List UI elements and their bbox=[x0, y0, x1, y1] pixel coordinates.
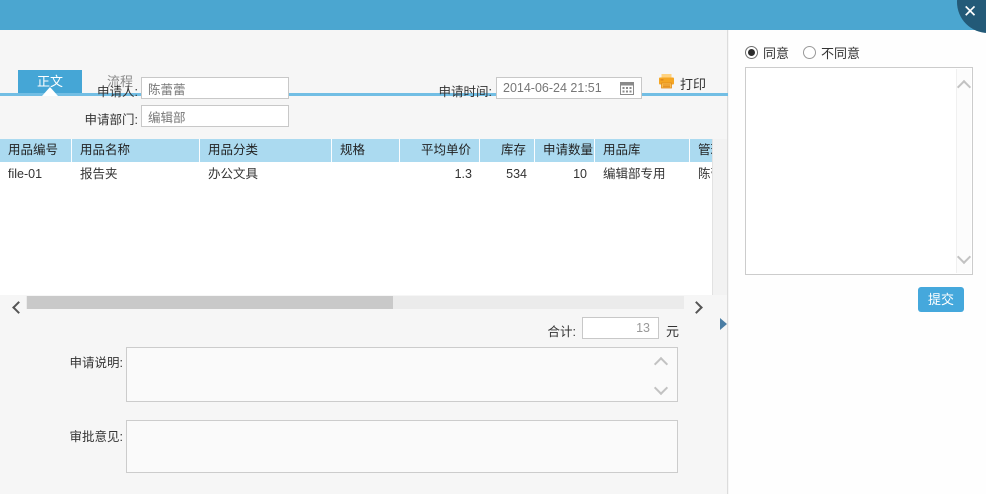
disagree-label[interactable]: 不同意 bbox=[821, 43, 860, 62]
table-row[interactable]: file-01 报告夹 办公文具 1.3 534 10 编辑部专用 陈蕾蕾 bbox=[0, 162, 712, 187]
collapse-panel-handle[interactable] bbox=[720, 318, 727, 330]
table-header-row: 用品编号 用品名称 用品分类 规格 平均单价 库存 申请数量 用品库 管理员 bbox=[0, 139, 712, 162]
active-tab-notch bbox=[42, 87, 58, 96]
document-panel: 正文 流程 打印 申请人: 申请时间: 申请部门: bbox=[0, 30, 728, 494]
agree-radio[interactable] bbox=[745, 46, 758, 59]
approval-textarea[interactable] bbox=[126, 420, 678, 473]
description-label: 申请说明: bbox=[40, 352, 123, 371]
table-vertical-scrollbar[interactable] bbox=[712, 139, 727, 295]
cell-item-name: 报告夹 bbox=[72, 162, 200, 187]
department-label: 申请部门: bbox=[40, 109, 138, 128]
hscroll-right-arrow[interactable] bbox=[692, 299, 701, 317]
printer-icon bbox=[658, 73, 675, 94]
apply-time-label: 申请时间: bbox=[394, 81, 492, 100]
cell-category: 办公文具 bbox=[200, 162, 332, 187]
col-item-name[interactable]: 用品名称 bbox=[72, 139, 200, 162]
total-unit: 元 bbox=[666, 321, 679, 340]
supplies-table: 用品编号 用品名称 用品分类 规格 平均单价 库存 申请数量 用品库 管理员 f… bbox=[0, 139, 712, 295]
cell-manager: 陈蕾蕾 bbox=[690, 162, 712, 187]
col-category[interactable]: 用品分类 bbox=[200, 139, 332, 162]
comment-textarea[interactable] bbox=[745, 67, 973, 275]
col-stock[interactable]: 库存 bbox=[480, 139, 535, 162]
close-icon: ✕ bbox=[963, 3, 977, 20]
col-manager[interactable]: 管理员 bbox=[690, 139, 712, 162]
dialog-titlebar bbox=[0, 0, 986, 30]
comment-scroll-up-icon[interactable] bbox=[959, 79, 969, 97]
print-button[interactable]: 打印 bbox=[658, 73, 706, 94]
cell-spec bbox=[332, 162, 400, 187]
submit-button[interactable]: 提交 bbox=[918, 287, 964, 312]
applicant-input[interactable] bbox=[141, 77, 289, 99]
description-textarea[interactable] bbox=[126, 347, 678, 402]
total-label: 合计: bbox=[520, 321, 576, 340]
col-apply-qty[interactable]: 申请数量 bbox=[535, 139, 595, 162]
department-input[interactable] bbox=[141, 105, 289, 127]
col-spec[interactable]: 规格 bbox=[332, 139, 400, 162]
description-scroll-down-icon[interactable] bbox=[656, 380, 666, 398]
cell-item-code: file-01 bbox=[0, 162, 72, 187]
col-avg-price[interactable]: 平均单价 bbox=[400, 139, 480, 162]
cell-avg-price: 1.3 bbox=[400, 162, 480, 187]
col-item-code[interactable]: 用品编号 bbox=[0, 139, 72, 162]
comment-scroll-down-icon[interactable] bbox=[959, 249, 969, 267]
description-scroll-up-icon[interactable] bbox=[656, 356, 666, 374]
total-input[interactable] bbox=[582, 317, 659, 339]
cell-stock: 534 bbox=[480, 162, 535, 187]
cell-apply-qty: 10 bbox=[535, 162, 595, 187]
print-label: 打印 bbox=[680, 74, 706, 93]
cell-store: 编辑部专用 bbox=[595, 162, 690, 187]
approval-panel: 同意 不同意 提交 bbox=[729, 30, 986, 494]
comment-scrollbar[interactable] bbox=[956, 69, 971, 273]
col-store[interactable]: 用品库 bbox=[595, 139, 690, 162]
decision-radio-group: 同意 不同意 bbox=[745, 43, 860, 62]
hscroll-thumb[interactable] bbox=[27, 296, 393, 309]
hscroll-left-arrow[interactable] bbox=[14, 299, 23, 317]
calendar-icon[interactable] bbox=[620, 81, 634, 95]
approval-label: 审批意见: bbox=[40, 426, 123, 445]
agree-label[interactable]: 同意 bbox=[763, 43, 789, 62]
disagree-radio[interactable] bbox=[803, 46, 816, 59]
